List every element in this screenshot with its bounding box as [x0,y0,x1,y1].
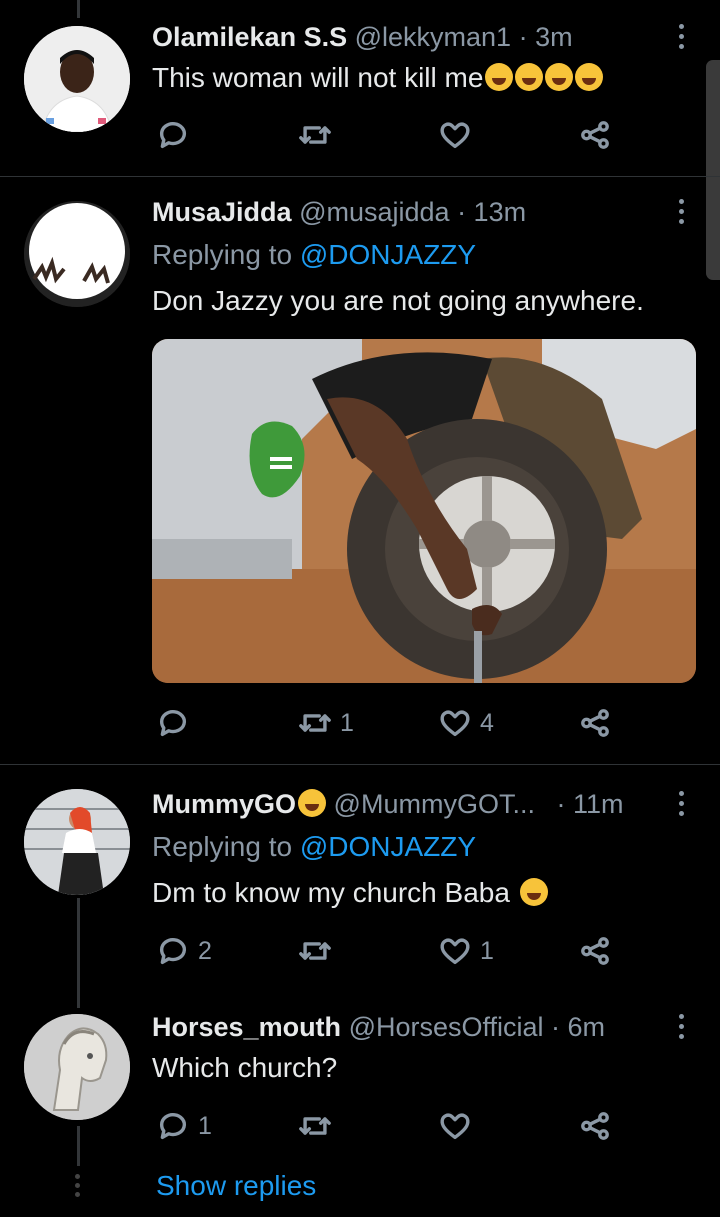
share-button[interactable] [578,931,612,971]
like-button[interactable]: 4 [438,703,494,743]
rofl-emoji-icon [483,62,604,93]
tweet-actions: 2 1 [152,931,632,971]
retweet-button[interactable] [298,931,340,971]
reply-button[interactable] [156,115,198,155]
timestamp[interactable]: · 13m [457,197,526,227]
more-icon[interactable] [678,24,686,54]
tweet[interactable]: Horses_mouth @HorsesOfficial · 6m Which … [0,1000,720,1160]
thread-continuation-dots [75,1174,81,1201]
tweet-media-image[interactable] [152,339,696,683]
like-icon [440,938,470,965]
tweet[interactable]: MusaJidda @musajidda · 13m Replying to @… [0,177,720,763]
reply-count: 2 [198,936,212,965]
tweet-actions: 1 4 [152,703,632,743]
like-button[interactable] [438,1106,480,1146]
like-icon [440,1113,470,1140]
reply-button[interactable]: 1 [156,1106,212,1146]
tweet-text: Don Jazzy you are not going anywhere. [152,285,644,316]
replying-prefix: Replying to [152,239,293,270]
tweet-text: Which church? [152,1052,338,1083]
replying-prefix: Replying to [152,831,293,862]
like-count: 4 [480,708,494,737]
more-icon[interactable] [678,1014,686,1044]
replying-to: Replying to @DONJAZZY [152,239,476,271]
show-replies-link[interactable]: Show replies [156,1170,316,1202]
share-icon [581,121,609,149]
author-name[interactable]: MusaJidda [152,197,292,227]
timestamp[interactable]: · 11m [556,789,623,819]
share-button[interactable] [578,1106,612,1146]
reply-button[interactable] [156,703,198,743]
retweet-button[interactable]: 1 [298,703,354,743]
like-icon [440,122,470,149]
yum-emoji-icon [519,878,548,906]
reply-icon [159,710,187,737]
tweet[interactable]: Olamilekan S.S @lekkyman1 · 3m This woma… [0,0,720,176]
reply-count: 1 [198,1111,212,1140]
more-icon[interactable] [678,791,686,821]
like-button[interactable]: 1 [438,931,494,971]
timestamp[interactable]: · 6m [551,1012,605,1042]
like-button[interactable] [438,115,480,155]
reply-icon [159,938,187,965]
avatar[interactable] [24,1014,130,1120]
share-button[interactable] [578,703,612,743]
author-handle[interactable]: @lekkyman1 [355,22,511,52]
yum-emoji-icon [298,789,327,817]
tweet-header: Horses_mouth @HorsesOfficial · 6m [152,1012,660,1043]
retweet-count: 1 [340,708,354,737]
author-name[interactable]: Olamilekan S.S [152,22,347,52]
avatar[interactable] [24,201,130,307]
avatar[interactable] [24,789,130,895]
tweet[interactable]: MummyGO @MummyGOT... · 11m Replying to @… [0,765,720,1001]
retweet-button[interactable] [298,1106,340,1146]
retweet-icon [299,714,331,732]
retweet-icon [299,1117,331,1135]
tweet-header: Olamilekan S.S @lekkyman1 · 3m [152,22,660,53]
tweet-header: MummyGO @MummyGOT... · 11m [152,789,660,820]
author-name[interactable]: Horses_mouth [152,1012,341,1042]
share-button[interactable] [578,115,612,155]
like-icon [440,710,470,737]
like-count: 1 [480,936,494,965]
mention-link[interactable]: @DONJAZZY [300,831,476,862]
tweet-text: Dm to know my church Baba [152,877,548,909]
reply-icon [159,122,187,149]
retweet-button[interactable] [298,115,340,155]
tweet-actions: 1 [152,1106,632,1146]
retweet-icon [299,942,331,960]
share-icon [581,937,609,965]
author-handle[interactable]: @MummyGOT... [334,789,535,819]
tweet-header: MusaJidda @musajidda · 13m [152,197,660,228]
retweet-icon [299,126,331,144]
reply-button[interactable]: 2 [156,931,212,971]
author-handle[interactable]: @musajidda [299,197,449,227]
author-handle[interactable]: @HorsesOfficial [349,1012,544,1042]
timestamp[interactable]: · 3m [519,22,573,52]
mention-link[interactable]: @DONJAZZY [300,239,476,270]
avatar[interactable] [24,26,130,132]
share-icon [581,709,609,737]
reply-icon [159,1113,187,1140]
more-icon[interactable] [678,199,686,229]
share-icon [581,1112,609,1140]
author-name[interactable]: MummyGO [152,789,327,819]
replying-to: Replying to @DONJAZZY [152,831,476,863]
tweet-actions [152,115,632,155]
tweet-text: This woman will not kill me [152,62,604,94]
